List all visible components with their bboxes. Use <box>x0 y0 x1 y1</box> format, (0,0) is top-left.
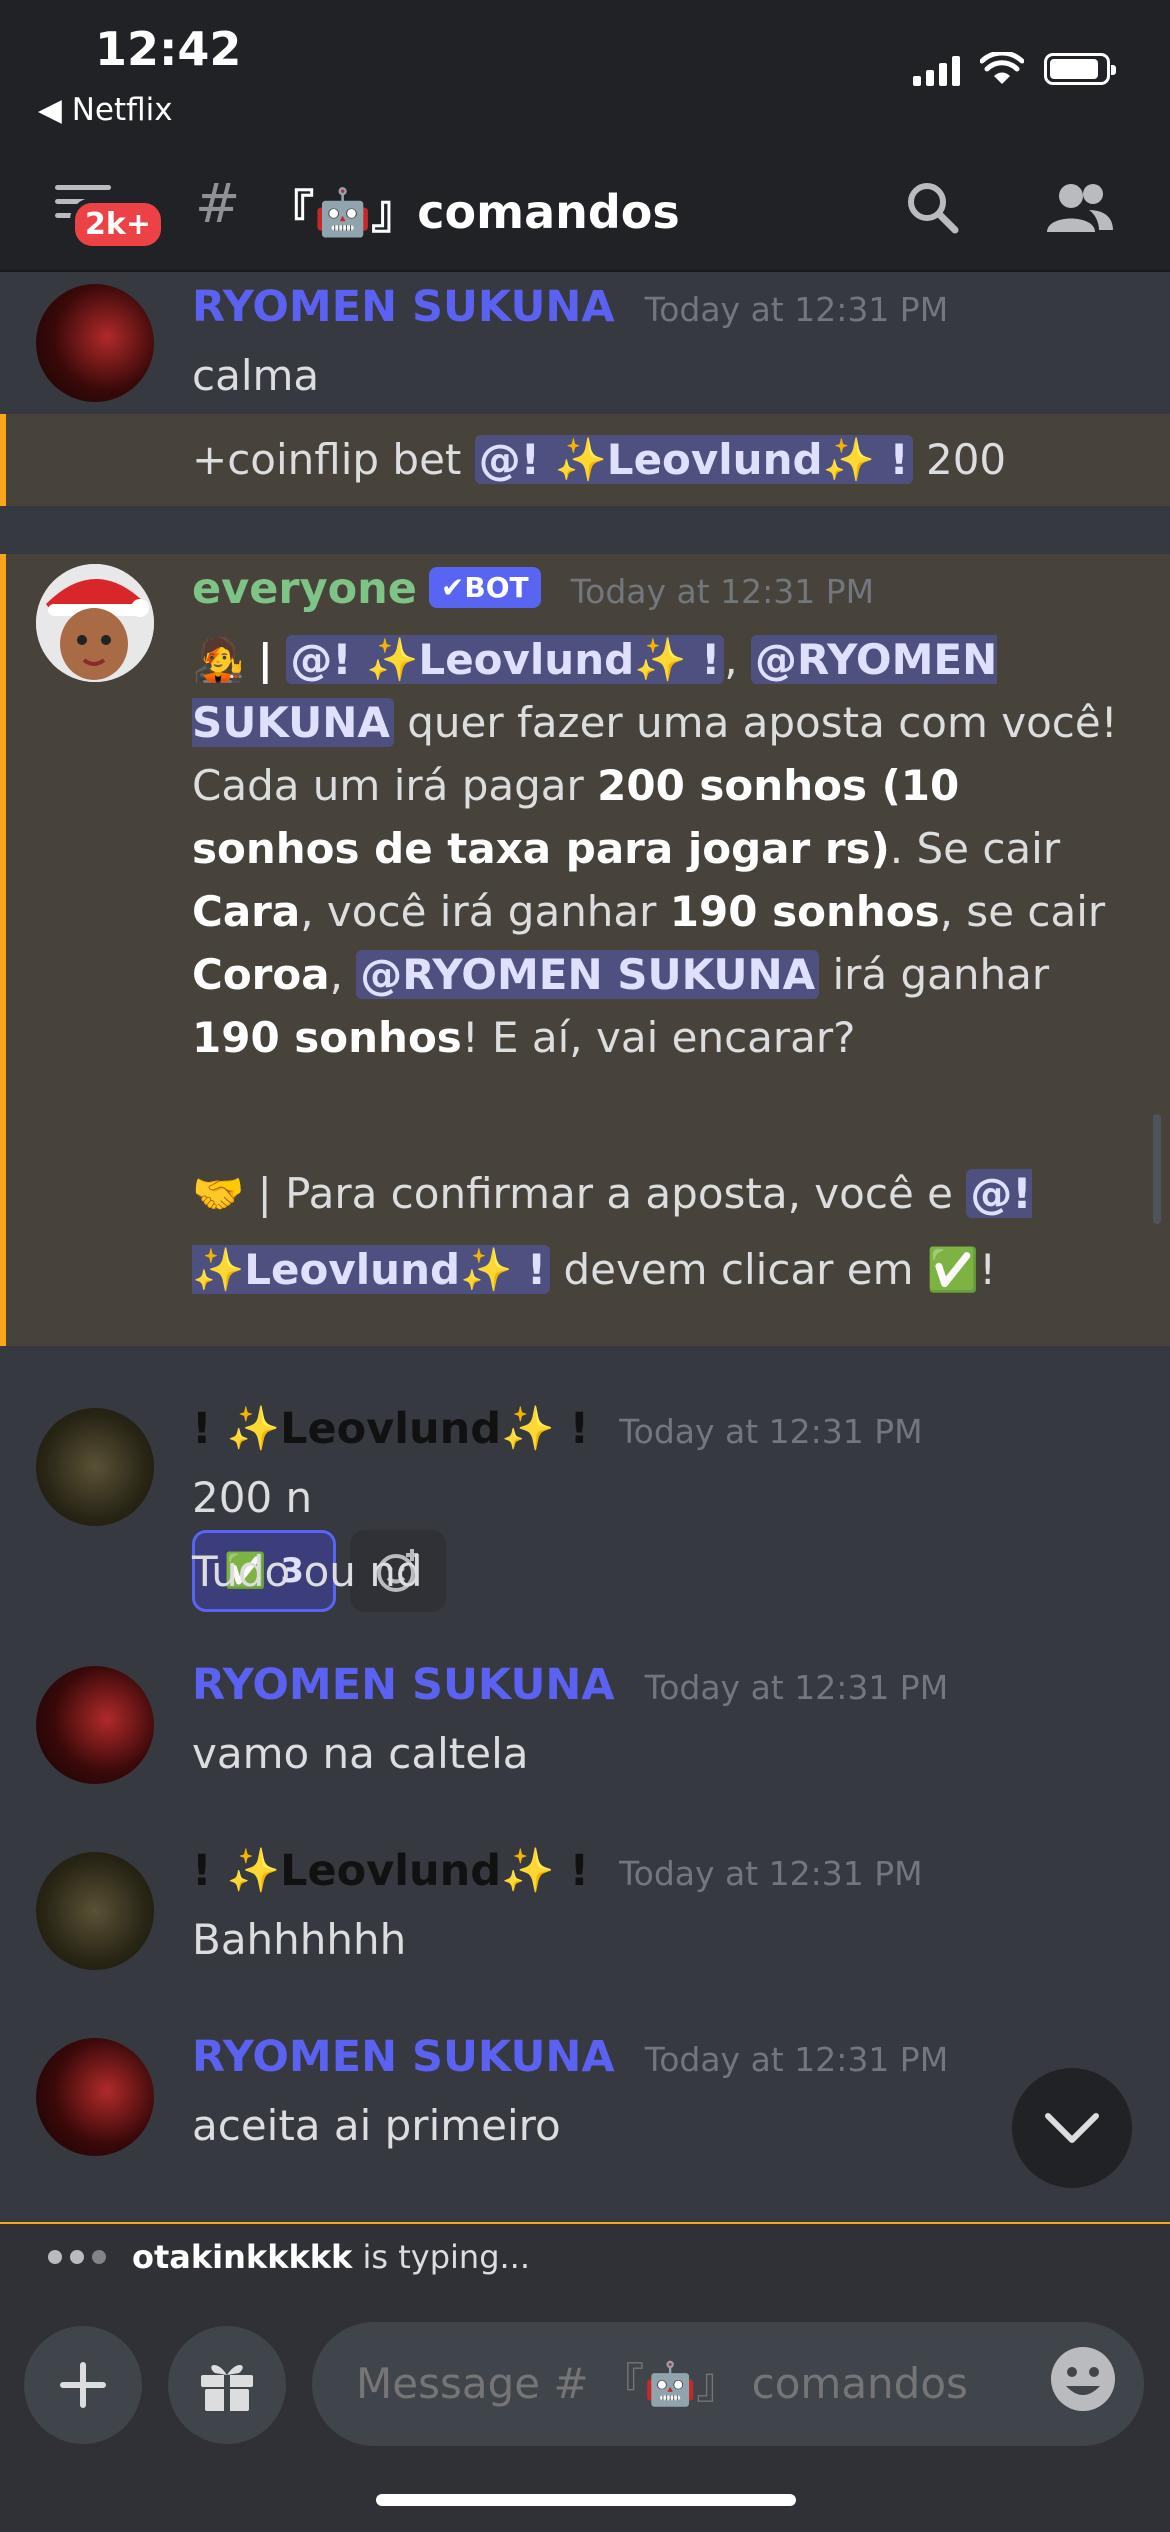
message-author[interactable]: RYOMEN SUKUNA Today at 12:31 PM <box>192 282 948 332</box>
mention-highlight-bar <box>0 414 6 506</box>
avatar[interactable] <box>36 564 154 682</box>
chevron-down-icon <box>1045 2113 1099 2143</box>
timestamp: Today at 12:31 PM <box>619 1854 923 1893</box>
user-mention[interactable]: @! ✨Leovlund✨ ! <box>474 435 913 484</box>
message-composer <box>0 2294 1170 2532</box>
message-list[interactable]: RYOMEN SUKUNA Today at 12:31 PM calma +c… <box>0 272 1170 2222</box>
message-text: +coinflip bet @! ✨Leovlund✨ ! 200 <box>192 435 1007 484</box>
bot-tag: ✔BOT <box>428 567 541 608</box>
status-bar: 12:42 ◀ Netflix <box>0 0 1170 140</box>
bot-avatar-icon <box>36 564 154 682</box>
typing-indicator: otakinkkkkk is typing... <box>0 2222 1170 2294</box>
message-author[interactable]: everyone ✔BOT Today at 12:31 PM <box>192 564 874 614</box>
avatar[interactable] <box>36 1408 154 1526</box>
timestamp: Today at 12:31 PM <box>644 1668 949 1707</box>
scrollbar[interactable] <box>1153 1114 1161 1224</box>
timestamp: Today at 12:31 PM <box>619 1412 923 1451</box>
bot-avatar-emoji-icon: 🧑‍🎤 <box>192 635 245 684</box>
message-text: vamo na caltela <box>192 1729 529 1778</box>
channel-header: 2k+ # 『🤖』comandos <box>0 140 1170 272</box>
search-icon[interactable] <box>905 180 961 236</box>
battery-icon <box>1044 53 1116 85</box>
message-text: Tudo ou nd <box>192 1547 423 1596</box>
timestamp: Today at 12:31 PM <box>644 2040 949 2079</box>
message-author[interactable]: ! ✨Leovlund✨ ! Today at 12:31 PM <box>192 1846 923 1896</box>
typing-dots-icon <box>48 2250 106 2264</box>
home-indicator <box>376 2494 796 2506</box>
wifi-icon <box>980 52 1024 84</box>
jump-to-bottom-button[interactable] <box>1012 2068 1132 2188</box>
back-to-app-link[interactable]: ◀ Netflix <box>38 92 173 128</box>
notification-badge: 2k+ <box>70 198 166 251</box>
channel-title[interactable]: 『🤖』comandos <box>268 176 680 242</box>
avatar[interactable] <box>36 1852 154 1970</box>
message-text: 🧑‍🎤 | @! ✨Leovlund✨ !, @RYOMEN SUKUNA qu… <box>192 635 1118 1062</box>
message-author[interactable]: RYOMEN SUKUNA Today at 12:31 PM <box>192 1660 948 1710</box>
attach-button[interactable] <box>24 2326 142 2444</box>
mention-highlight-bar <box>0 554 6 1346</box>
typing-user: otakinkkkkk <box>132 2238 353 2276</box>
message-text: aceita ai primeiro <box>192 2101 561 2150</box>
members-icon[interactable] <box>1045 180 1115 236</box>
avatar[interactable] <box>36 2038 154 2156</box>
clock: 12:42 <box>95 22 242 76</box>
cellular-signal-icon <box>913 52 960 86</box>
gift-button[interactable] <box>168 2326 286 2444</box>
message-author[interactable]: RYOMEN SUKUNA Today at 12:31 PM <box>192 2032 948 2082</box>
message-text: 🤝 | Para confirmar a aposta, você e @! ✨… <box>192 1169 1032 1294</box>
timestamp: Today at 12:31 PM <box>570 572 875 611</box>
plus-icon <box>60 2362 106 2408</box>
message-input[interactable] <box>312 2322 1144 2446</box>
user-mention[interactable]: @RYOMEN SUKUNA <box>356 950 820 999</box>
user-mention[interactable]: @! ✨Leovlund✨ ! <box>286 635 725 684</box>
message-author[interactable]: ! ✨Leovlund✨ ! Today at 12:31 PM <box>192 1404 923 1454</box>
message-text: Bahhhhhh <box>192 1915 407 1964</box>
timestamp: Today at 12:31 PM <box>644 290 949 329</box>
gift-icon <box>201 2364 253 2411</box>
avatar[interactable] <box>36 284 154 402</box>
emoji-picker-icon[interactable] <box>1048 2344 1118 2414</box>
message-text: 200 n <box>192 1473 313 1522</box>
message-text: calma <box>192 351 320 400</box>
channel-hash-icon: # <box>195 172 241 235</box>
avatar[interactable] <box>36 1666 154 1784</box>
status-icons <box>913 52 1116 86</box>
